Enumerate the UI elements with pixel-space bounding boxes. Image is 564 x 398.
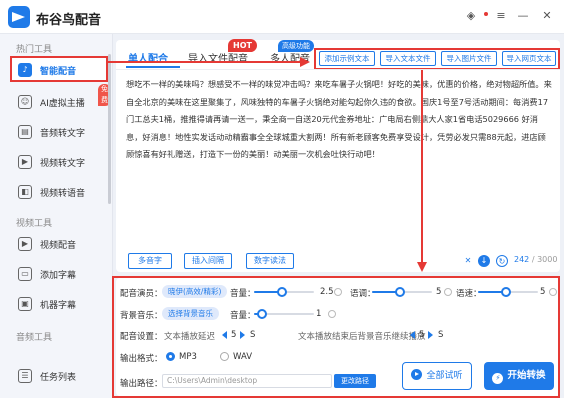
voice-actor-label: 配音演员： — [120, 289, 163, 299]
tail-unit: S — [438, 330, 444, 340]
voice-actor-select[interactable]: 晓伊(高效/精彩) — [162, 285, 228, 298]
change-path-button[interactable]: 更改路径 — [334, 374, 376, 388]
tail-play-label: 文本播放结束后背景音乐继续播放 — [298, 332, 426, 342]
annotation-arrowhead — [417, 262, 427, 272]
volume-value: 2.5 — [320, 287, 334, 297]
mp3-radio[interactable] — [166, 352, 175, 361]
increase-icon[interactable] — [240, 331, 245, 339]
delay-label: 文本播放延迟 — [164, 332, 216, 342]
decrease-icon[interactable] — [410, 331, 415, 339]
preview-all-label: 全部试听 — [426, 371, 463, 381]
reset-icon[interactable] — [334, 288, 342, 296]
start-convert-label: 开始转换 — [507, 370, 546, 381]
preview-all-button[interactable]: 全部试听 — [402, 362, 472, 390]
start-convert-button[interactable]: ⚡ 开始转换 — [484, 362, 554, 390]
intonation-slider[interactable] — [372, 287, 432, 297]
output-path-field[interactable]: C:\Users\Admin\desktop — [162, 374, 332, 388]
bgm-volume-value: 1 — [316, 309, 322, 319]
settings-panel: 配音演员： 晓伊(高效/精彩) 音量： 2.5 语调： 5 语速： 5 背景音乐… — [112, 276, 560, 398]
intonation-value: 5 — [436, 287, 442, 297]
bgm-volume-slider[interactable] — [254, 309, 314, 319]
output-path-label: 输出路径： — [120, 379, 163, 389]
bgm-label: 背景音乐： — [120, 311, 163, 321]
speed-value: 5 — [540, 287, 546, 297]
bgm-select[interactable]: 选择背景音乐 — [162, 307, 219, 320]
speed-slider[interactable] — [478, 287, 538, 297]
dubbing-setting-label: 配音设置： — [120, 332, 163, 342]
delay-value: 5 — [231, 330, 237, 340]
wav-label: WAV — [233, 352, 253, 362]
mp3-label: MP3 — [179, 352, 197, 362]
play-icon — [411, 369, 423, 380]
reset-icon[interactable] — [444, 288, 452, 296]
reset-icon[interactable] — [549, 288, 557, 296]
increase-icon[interactable] — [428, 331, 433, 339]
bolt-icon: ⚡ — [492, 373, 504, 384]
decrease-icon[interactable] — [222, 331, 227, 339]
wav-radio[interactable] — [220, 352, 229, 361]
delay-unit: S — [250, 330, 256, 340]
volume-slider[interactable] — [254, 287, 314, 297]
output-format-label: 输出格式： — [120, 354, 163, 364]
reset-icon[interactable] — [328, 310, 336, 318]
volume-label: 音量： — [230, 289, 256, 299]
bgm-volume-label: 音量： — [230, 311, 256, 321]
annotation-arrowhead — [300, 57, 310, 67]
tail-value: 5 — [419, 330, 425, 340]
